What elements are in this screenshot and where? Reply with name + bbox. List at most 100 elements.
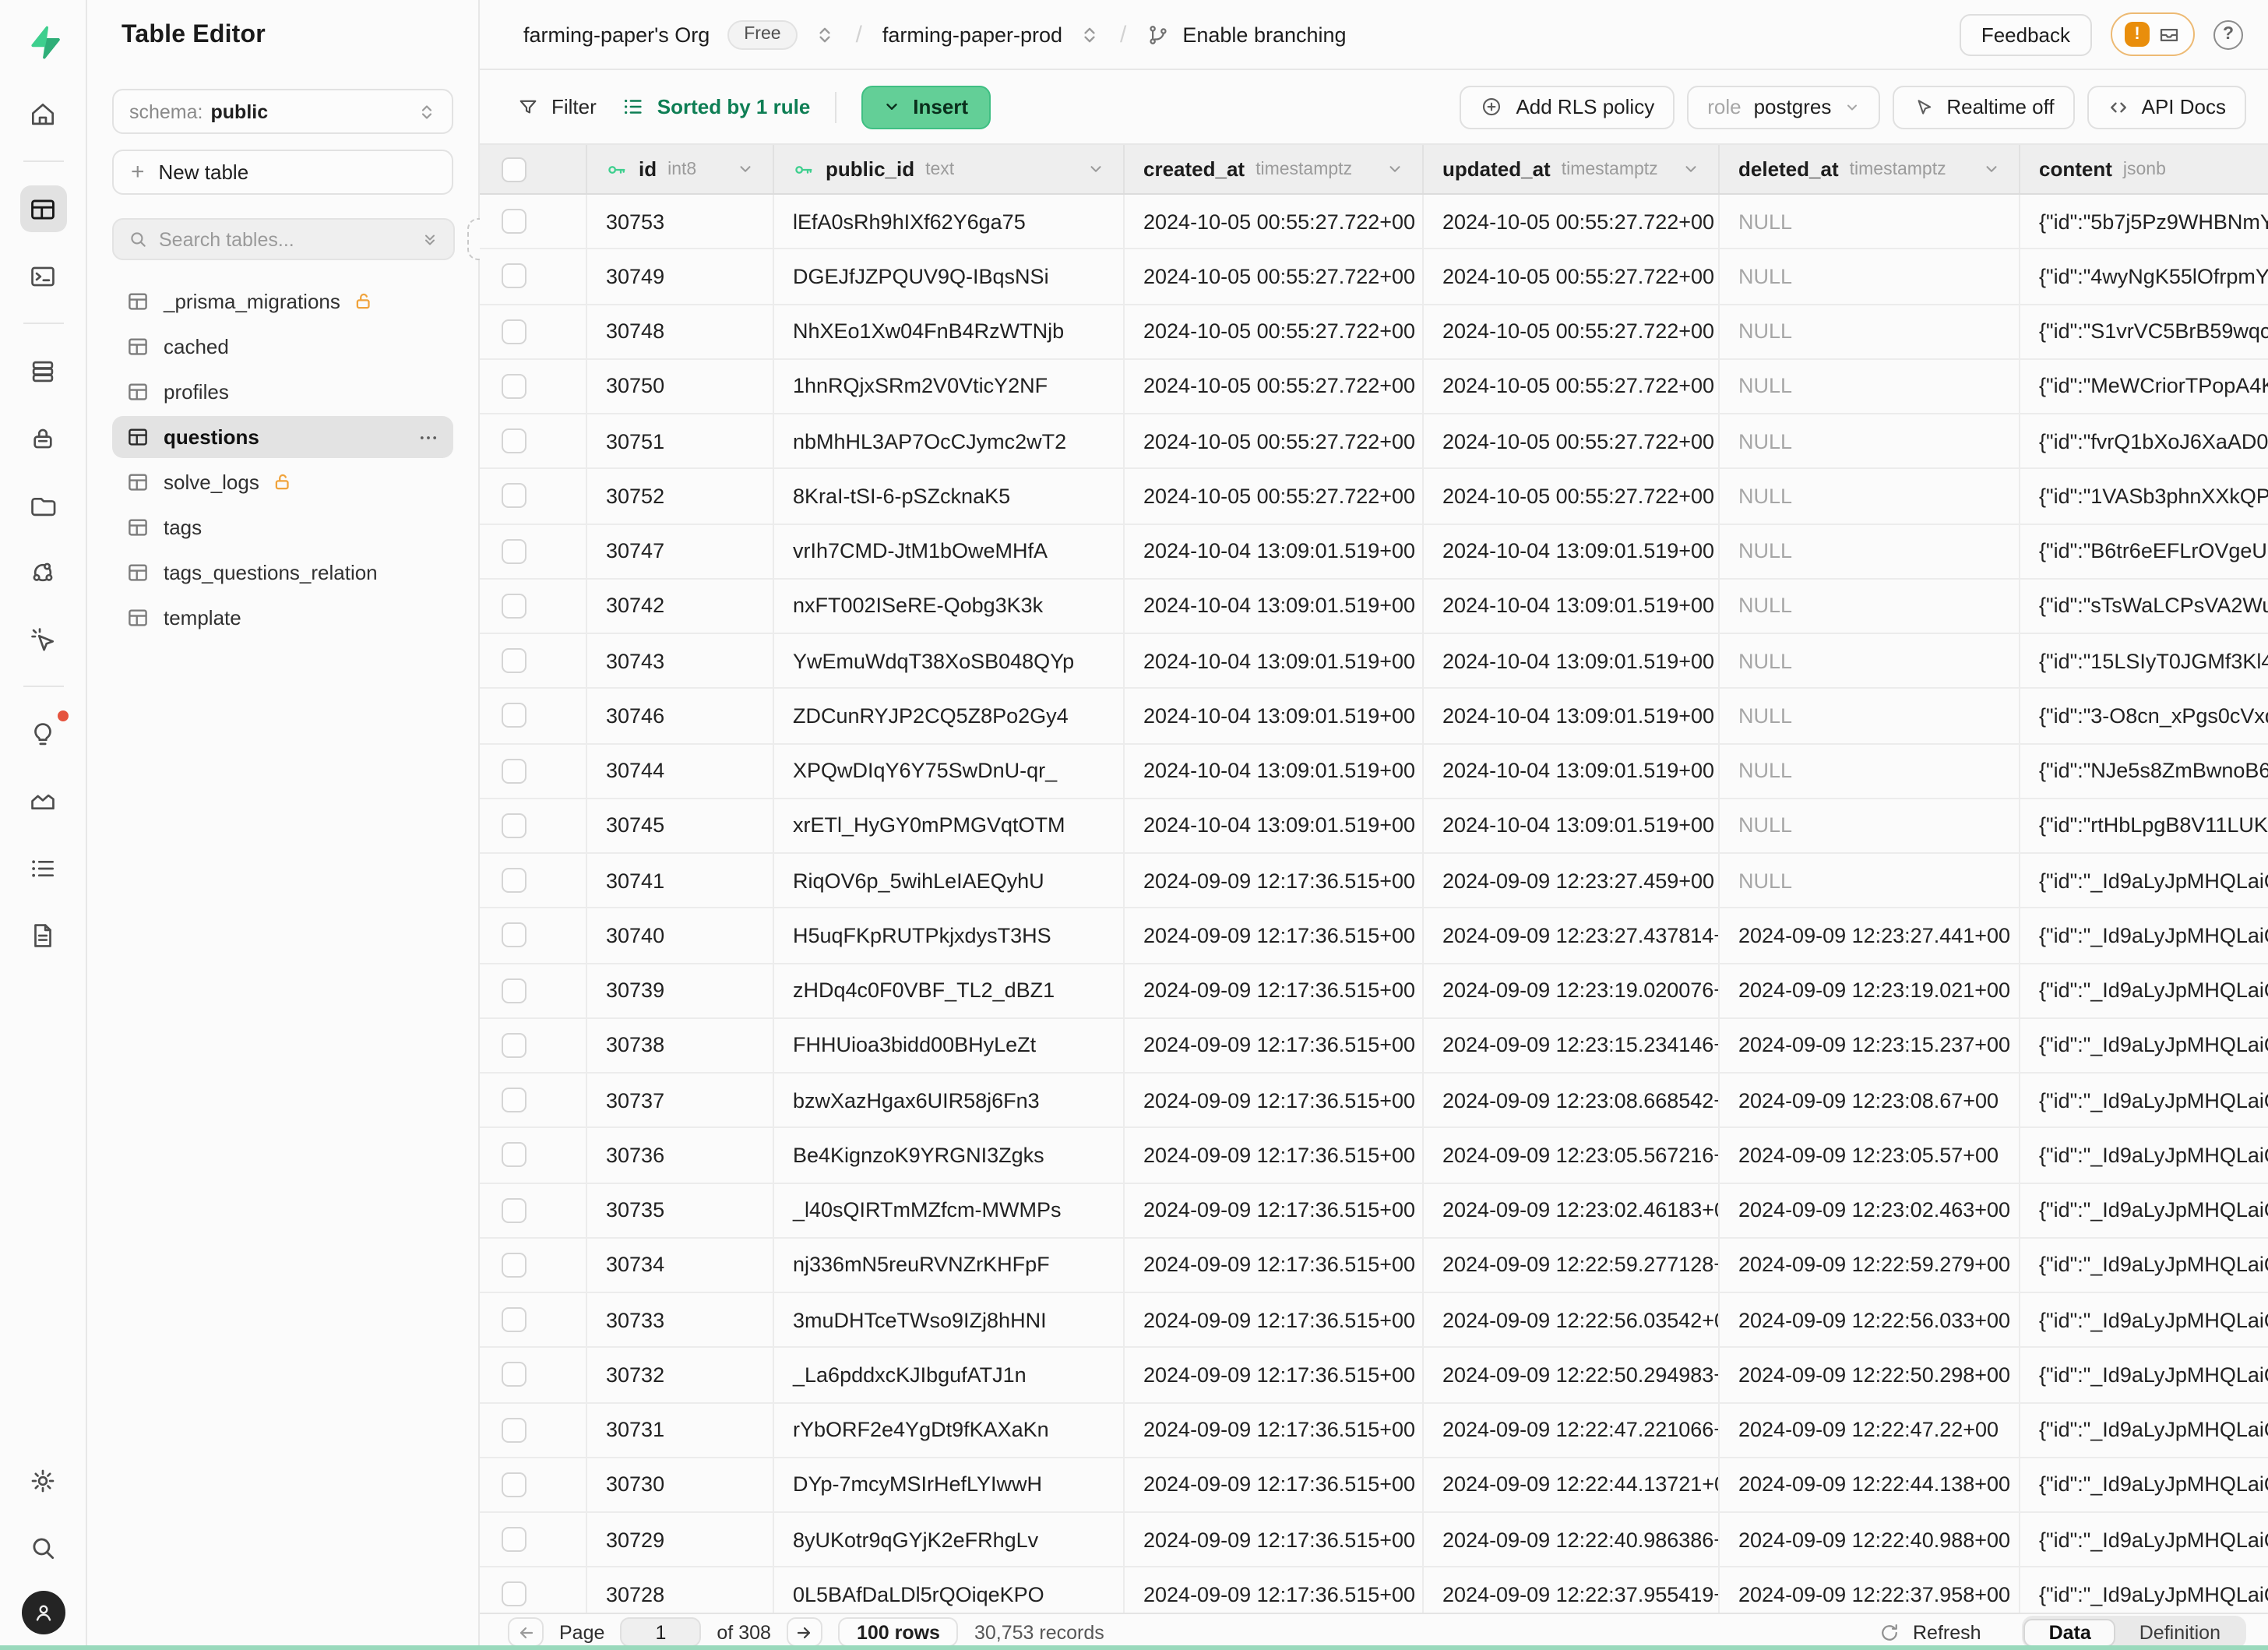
table-row[interactable]: 307528KraI-tSI-6-pSZcknaK52024-10-05 00:… — [480, 470, 2268, 525]
cell-content[interactable]: {"id":"NJe5s8ZmBwnoB6e3s — [2020, 744, 2268, 798]
cell-public_id[interactable]: 0L5BAfDaLDl5rQOiqeKPO — [774, 1568, 1125, 1613]
cell-created_at[interactable]: 2024-10-05 00:55:27.722+00 — [1125, 470, 1424, 524]
cell-deleted_at[interactable]: 2024-09-09 12:23:27.441+00 — [1720, 909, 2020, 963]
row-checkbox[interactable] — [502, 319, 526, 344]
table-row[interactable]: 307280L5BAfDaLDl5rQOiqeKPO2024-09-09 12:… — [480, 1568, 2268, 1613]
cell-updated_at[interactable]: 2024-10-05 00:55:27.722+00 — [1424, 305, 1720, 358]
add-rls-policy-button[interactable]: Add RLS policy — [1460, 85, 1675, 129]
column-header-public_id[interactable]: public_idtext — [774, 145, 1125, 193]
cell-deleted_at[interactable]: NULL — [1720, 470, 2020, 524]
cell-content[interactable]: {"id":"sTsWaLCPsVA2WuK2 — [2020, 580, 2268, 633]
cell-content[interactable]: {"id":"_Id9aLyJpMHQLaiQC — [2020, 1293, 2268, 1347]
cell-content[interactable]: {"id":"1VASb3phnXXkQPCpv — [2020, 470, 2268, 524]
cell-id[interactable]: 30737 — [587, 1074, 774, 1127]
home-icon[interactable] — [19, 90, 66, 137]
cell-id[interactable]: 30746 — [587, 689, 774, 743]
cell-content[interactable]: {"id":"_Id9aLyJpMHQLaiQC — [2020, 964, 2268, 1017]
cell-id[interactable]: 30730 — [587, 1458, 774, 1512]
cell-deleted_at[interactable]: NULL — [1720, 744, 2020, 798]
cell-updated_at[interactable]: 2024-09-09 12:22:50.294983+00 — [1424, 1349, 1720, 1402]
cell-deleted_at[interactable]: NULL — [1720, 524, 2020, 578]
table-row[interactable]: 30736Be4KignzoK9YRGNI3Zgks2024-09-09 12:… — [480, 1129, 2268, 1184]
auth-icon[interactable] — [19, 414, 66, 461]
chevron-down-icon[interactable] — [1983, 160, 2000, 178]
cell-updated_at[interactable]: 2024-10-04 13:09:01.519+00 — [1424, 634, 1720, 688]
cell-id[interactable]: 30735 — [587, 1183, 774, 1237]
cell-updated_at[interactable]: 2024-09-09 12:23:15.234146+00 — [1424, 1019, 1720, 1073]
cell-deleted_at[interactable]: 2024-09-09 12:22:40.988+00 — [1720, 1513, 2020, 1567]
cell-created_at[interactable]: 2024-10-04 13:09:01.519+00 — [1125, 524, 1424, 578]
sidebar-item-template[interactable]: template — [112, 597, 453, 639]
table-row[interactable]: 30737bzwXazHgax6UIR58j6Fn32024-09-09 12:… — [480, 1074, 2268, 1129]
cell-created_at[interactable]: 2024-10-05 00:55:27.722+00 — [1125, 414, 1424, 468]
cell-id[interactable]: 30734 — [587, 1239, 774, 1292]
cell-content[interactable]: {"id":"S1vrVC5BrB59wqcM4 — [2020, 305, 2268, 358]
cell-public_id[interactable]: nxFT002ISeRE-Qobg3K3k — [774, 580, 1125, 633]
cell-public_id[interactable]: YwEmuWdqT38XoSB048QYp — [774, 634, 1125, 688]
cell-id[interactable]: 30731 — [587, 1403, 774, 1457]
cell-id[interactable]: 30752 — [587, 470, 774, 524]
more-options-icon[interactable] — [417, 426, 439, 448]
row-checkbox[interactable] — [502, 428, 526, 453]
cell-created_at[interactable]: 2024-10-04 13:09:01.519+00 — [1125, 634, 1424, 688]
row-checkbox[interactable] — [502, 1307, 526, 1332]
cell-id[interactable]: 30732 — [587, 1349, 774, 1402]
cell-deleted_at[interactable]: NULL — [1720, 360, 2020, 414]
refresh-button[interactable]: Refresh — [1879, 1621, 1981, 1643]
cell-updated_at[interactable]: 2024-10-05 00:55:27.722+00 — [1424, 195, 1720, 249]
cell-content[interactable]: {"id":"B6tr6eEFLrOVgeUmH — [2020, 524, 2268, 578]
cell-created_at[interactable]: 2024-09-09 12:17:36.515+00 — [1125, 1239, 1424, 1292]
cell-deleted_at[interactable]: 2024-09-09 12:22:37.958+00 — [1720, 1568, 2020, 1613]
row-checkbox[interactable] — [502, 374, 526, 399]
cell-id[interactable]: 30739 — [587, 964, 774, 1017]
tab-definition[interactable]: Definition — [2116, 1618, 2244, 1646]
cell-updated_at[interactable]: 2024-10-05 00:55:27.722+00 — [1424, 250, 1720, 304]
cell-id[interactable]: 30747 — [587, 524, 774, 578]
cell-id[interactable]: 30740 — [587, 909, 774, 963]
row-checkbox[interactable] — [502, 1088, 526, 1112]
cell-content[interactable]: {"id":"_Id9aLyJpMHQLaiQC — [2020, 909, 2268, 963]
cell-created_at[interactable]: 2024-09-09 12:17:36.515+00 — [1125, 1183, 1424, 1237]
row-checkbox[interactable] — [502, 758, 526, 783]
table-row[interactable]: 30730DYp-7mcyMSIrHefLYIwwH2024-09-09 12:… — [480, 1458, 2268, 1514]
reports-icon[interactable] — [19, 777, 66, 824]
edge-functions-icon[interactable] — [19, 548, 66, 595]
logs-icon[interactable] — [19, 844, 66, 891]
cell-content[interactable]: {"id":"15LSIyT0JGMf3Kl4Vn — [2020, 634, 2268, 688]
sidebar-item-tags_questions_relation[interactable]: tags_questions_relation — [112, 552, 453, 594]
cell-public_id[interactable]: xrETl_HyGY0mPMGVqtOTM — [774, 799, 1125, 853]
row-checkbox[interactable] — [502, 648, 526, 673]
table-row[interactable]: 30742nxFT002ISeRE-Qobg3K3k2024-10-04 13:… — [480, 580, 2268, 635]
table-row[interactable]: 307333muDHTceTWso9IZj8hHNI2024-09-09 12:… — [480, 1293, 2268, 1349]
chevron-updown-icon[interactable] — [815, 24, 836, 44]
cell-updated_at[interactable]: 2024-10-05 00:55:27.722+00 — [1424, 414, 1720, 468]
cell-public_id[interactable]: _La6pddxcKJIbgufATJ1n — [774, 1349, 1125, 1402]
table-row[interactable]: 30739zHDq4c0F0VBF_TL2_dBZ12024-09-09 12:… — [480, 964, 2268, 1019]
table-row[interactable]: 30735_l40sQIRTmMZfcm-MWMPs2024-09-09 12:… — [480, 1183, 2268, 1239]
cell-deleted_at[interactable]: NULL — [1720, 250, 2020, 304]
cell-content[interactable]: {"id":"_Id9aLyJpMHQLaiQC — [2020, 1129, 2268, 1183]
table-row[interactable]: 307501hnRQjxSRm2V0VticY2NF2024-10-05 00:… — [480, 360, 2268, 415]
chevron-down-icon[interactable] — [1386, 160, 1403, 178]
row-checkbox[interactable] — [502, 1363, 526, 1387]
cell-id[interactable]: 30751 — [587, 414, 774, 468]
cell-deleted_at[interactable]: 2024-09-09 12:23:19.021+00 — [1720, 964, 2020, 1017]
cell-public_id[interactable]: ZDCunRYJP2CQ5Z8Po2Gy4 — [774, 689, 1125, 743]
api-docs-button[interactable]: API Docs — [2087, 85, 2246, 129]
cell-content[interactable]: {"id":"rtHbLpgB8V11LUK7152 — [2020, 799, 2268, 853]
column-header-deleted_at[interactable]: deleted_attimestamptz — [1720, 145, 2020, 193]
cell-content[interactable]: {"id":"_Id9aLyJpMHQLaiQC — [2020, 1458, 2268, 1512]
row-checkbox[interactable] — [502, 1253, 526, 1278]
select-all-checkbox[interactable] — [502, 157, 526, 182]
cell-created_at[interactable]: 2024-10-04 13:09:01.519+00 — [1125, 689, 1424, 743]
cell-deleted_at[interactable]: 2024-09-09 12:22:44.138+00 — [1720, 1458, 2020, 1512]
cell-created_at[interactable]: 2024-09-09 12:17:36.515+00 — [1125, 964, 1424, 1017]
cell-content[interactable]: {"id":"4wyNgK55lOfrpmYZc — [2020, 250, 2268, 304]
supabase-logo-icon[interactable] — [19, 19, 66, 65]
cell-content[interactable]: {"id":"_Id9aLyJpMHQLaiQC — [2020, 1513, 2268, 1567]
row-checkbox[interactable] — [502, 1527, 526, 1552]
chevron-updown-icon[interactable] — [1079, 24, 1100, 44]
filter-button[interactable]: Filter — [517, 95, 597, 118]
cell-id[interactable]: 30753 — [587, 195, 774, 249]
cell-updated_at[interactable]: 2024-09-09 12:22:37.955419+00 — [1424, 1568, 1720, 1613]
